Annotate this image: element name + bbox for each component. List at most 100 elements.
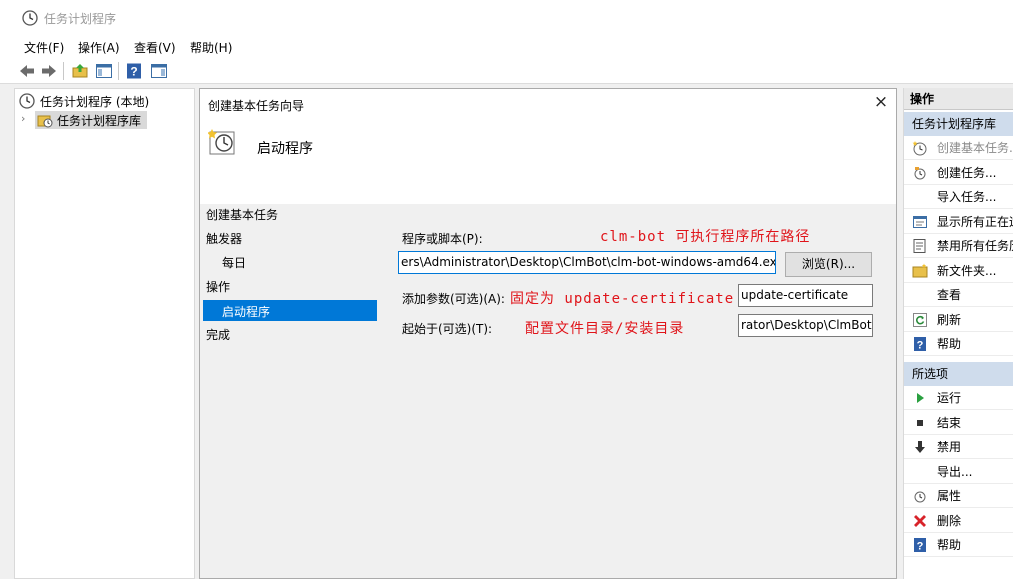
library-action-item-label: 禁用所有任务历 <box>937 239 1013 253</box>
end-icon <box>912 415 928 431</box>
clock-icon <box>22 10 38 26</box>
actions-pane: 操作 任务计划程序库 创建基本任务... 创建任务... 导入任务... 显示所有正在… <box>903 88 1013 579</box>
toolbar-separator <box>63 62 64 80</box>
selected-action-item-label: 结束 <box>937 415 962 430</box>
library-action-item[interactable]: 新文件夹... <box>904 259 1013 283</box>
chevron-right-icon[interactable]: › <box>21 112 31 126</box>
help-icon: ? <box>912 336 928 352</box>
task-clock-icon <box>208 129 235 155</box>
refresh-icon <box>912 312 928 328</box>
forward-arrow-icon[interactable] <box>40 62 58 80</box>
show-action-pane-icon[interactable] <box>150 62 168 80</box>
menu-action[interactable]: 操作(A) <box>78 39 120 56</box>
step-trigger[interactable]: 触发器 <box>206 230 242 247</box>
actions-header: 操作 <box>904 88 1013 110</box>
toolbar: ? <box>0 58 1013 84</box>
create-basic-task-icon <box>912 140 928 156</box>
close-icon[interactable]: × <box>872 93 890 111</box>
svg-text:?: ? <box>130 65 137 79</box>
selected-action-item[interactable]: 导出... <box>904 460 1013 484</box>
selected-action-item-label: 帮助 <box>937 538 962 552</box>
library-action-item[interactable]: 导入任务... <box>904 185 1013 209</box>
selected-action-item[interactable]: 删除 <box>904 509 1013 533</box>
arguments-label: 添加参数(可选)(A): <box>402 292 505 306</box>
program-annotation: clm-bot 可执行程序所在路径 <box>600 229 811 245</box>
selected-action-item[interactable]: 运行 <box>904 386 1013 410</box>
library-action-item-label: 创建任务... <box>937 165 997 180</box>
dialog-title: 创建基本任务向导 <box>208 99 305 113</box>
selected-action-item-label: 属性 <box>937 489 962 503</box>
step-create-basic-task[interactable]: 创建基本任务 <box>206 206 278 223</box>
help-icon[interactable]: ? <box>125 62 143 80</box>
library-action-item-label: 创建基本任务... <box>937 141 1013 155</box>
run-icon <box>912 390 928 406</box>
create-basic-task-wizard: 创建基本任务向导 × 启动程序 创建基本任务 触发器 每日 操作 启动程序 完成… <box>199 88 897 579</box>
svg-text:?: ? <box>917 541 924 553</box>
blank-icon <box>912 189 928 205</box>
blank-icon <box>912 287 928 303</box>
folder-up-icon[interactable] <box>71 62 89 80</box>
tree-item-library[interactable]: 任务计划程序库 <box>35 111 147 129</box>
section-selected-item[interactable]: 所选项 <box>904 362 1013 386</box>
menu-view[interactable]: 查看(V) <box>134 39 176 56</box>
step-action[interactable]: 操作 <box>206 278 230 295</box>
library-action-item-label: 导入任务... <box>937 190 997 204</box>
help-icon: ? <box>912 537 928 553</box>
selected-action-item[interactable]: 禁用 <box>904 435 1013 459</box>
library-action-item-label: 帮助 <box>937 337 962 351</box>
disable-icon <box>912 439 928 455</box>
start-in-input[interactable]: rator\Desktop\ClmBot <box>738 314 873 337</box>
task-scheduler-window: 任务计划程序 文件(F) 操作(A) 查看(V) 帮助(H) ? 任务计划程序 … <box>0 0 1013 579</box>
library-action-item-label: 刷新 <box>937 312 962 327</box>
history-icon <box>912 238 928 254</box>
step-start-program[interactable]: 启动程序 <box>203 300 377 321</box>
title-bar: 任务计划程序 <box>0 0 1013 36</box>
tree-library-label: 任务计划程序库 <box>57 114 142 128</box>
selected-action-item-label: 导出... <box>937 464 973 479</box>
create-task-icon <box>912 165 928 181</box>
library-action-item[interactable]: 显示所有正在运 <box>904 210 1013 234</box>
section-task-library[interactable]: 任务计划程序库 <box>904 112 1013 136</box>
menu-file[interactable]: 文件(F) <box>24 39 64 56</box>
svg-text:?: ? <box>917 340 924 352</box>
dialog-heading: 启动程序 <box>257 141 313 157</box>
properties-icon <box>912 488 928 504</box>
selected-action-item-label: 删除 <box>937 513 962 528</box>
library-action-item[interactable]: 禁用所有任务历 <box>904 234 1013 258</box>
window-title: 任务计划程序 <box>44 12 117 26</box>
library-action-item[interactable]: 查看 <box>904 283 1013 307</box>
wizard-body: 创建基本任务 触发器 每日 操作 启动程序 完成 程序或脚本(P): clm-b… <box>200 204 896 578</box>
clock-icon <box>19 93 35 109</box>
selected-action-item[interactable]: 属性 <box>904 484 1013 508</box>
folder-clock-icon <box>37 115 53 128</box>
program-label: 程序或脚本(P): <box>402 232 483 246</box>
start-in-label: 起始于(可选)(T): <box>402 322 493 336</box>
step-finish[interactable]: 完成 <box>206 326 230 343</box>
show-console-tree-icon[interactable] <box>95 62 113 80</box>
selected-action-item-label: 禁用 <box>937 440 962 454</box>
browse-button[interactable]: 浏览(R)... <box>785 252 872 277</box>
start-in-annotation: 配置文件目录/安装目录 <box>525 321 685 337</box>
library-action-item-label: 显示所有正在运 <box>937 214 1013 229</box>
arguments-annotation: 固定为 update-certificate <box>510 291 735 307</box>
back-arrow-icon[interactable] <box>18 62 36 80</box>
toolbar-separator <box>118 62 119 80</box>
selected-action-item-label: 运行 <box>937 391 962 405</box>
tree-root-label: 任务计划程序 (本地) <box>40 95 150 109</box>
selected-action-item[interactable]: ? 帮助 <box>904 533 1013 557</box>
library-action-item-label: 新文件夹... <box>937 263 997 278</box>
menu-help[interactable]: 帮助(H) <box>190 39 232 56</box>
library-action-item[interactable]: 创建任务... <box>904 161 1013 185</box>
running-tasks-icon <box>912 214 928 230</box>
library-action-item[interactable]: ? 帮助 <box>904 332 1013 356</box>
library-action-item[interactable]: 创建基本任务... <box>904 136 1013 160</box>
blank-icon <box>912 464 928 480</box>
library-action-item[interactable]: 刷新 <box>904 308 1013 332</box>
delete-icon <box>912 513 928 529</box>
arguments-input[interactable]: update-certificate <box>738 284 873 307</box>
library-action-item-label: 查看 <box>937 288 962 302</box>
program-input[interactable]: ers\Administrator\Desktop\ClmBot\clm-bot… <box>398 251 776 274</box>
selected-action-item[interactable]: 结束 <box>904 411 1013 435</box>
new-folder-icon <box>912 263 928 279</box>
step-daily[interactable]: 每日 <box>222 254 246 271</box>
